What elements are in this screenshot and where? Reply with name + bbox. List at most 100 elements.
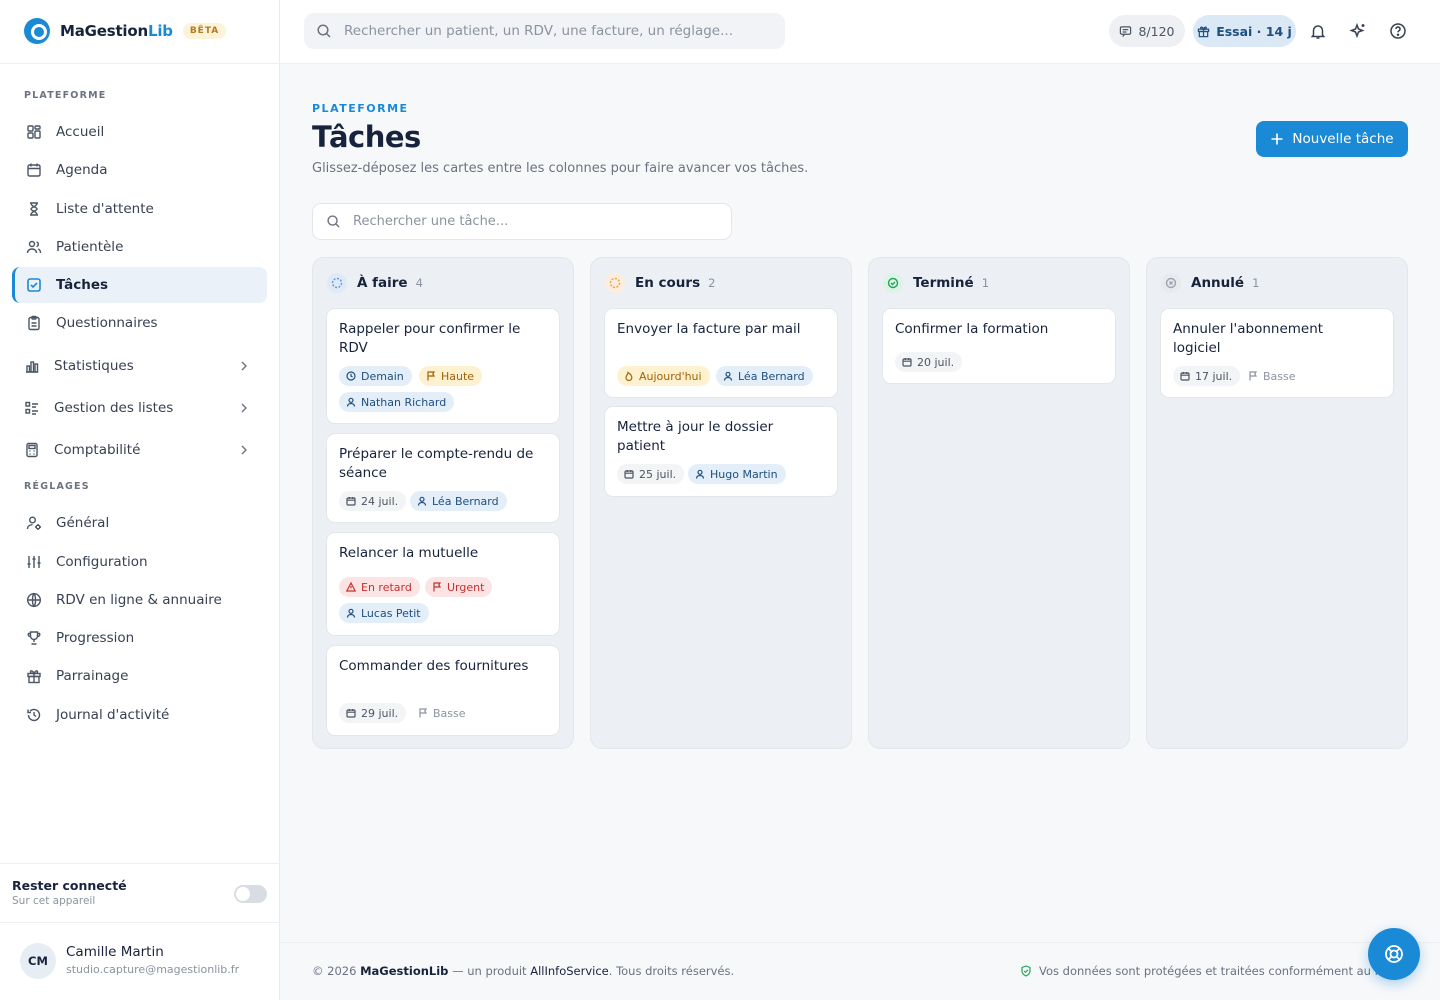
page-subtitle: Glissez-déposez les cartes entre les col…	[312, 161, 809, 176]
sms-counter[interactable]: 8/120	[1109, 15, 1185, 47]
global-search-input[interactable]: Rechercher un patient, un RDV, une factu…	[304, 13, 785, 49]
priority-chip: Basse	[1241, 366, 1304, 386]
users-icon	[26, 239, 42, 255]
task-card[interactable]: Commander des fournitures 29 juil. Basse	[326, 645, 560, 736]
column-count: 1	[981, 276, 990, 290]
task-title: Rappeler pour confirmer le RDV	[339, 321, 521, 356]
global-search-placeholder: Rechercher un patient, un RDV, une factu…	[344, 23, 733, 39]
lifebuoy-icon	[1385, 945, 1403, 963]
stay-connected: Rester connecté Sur cet appareil	[0, 863, 280, 923]
footer: © 2026 MaGestionLib — un produit AllInfo…	[280, 942, 1440, 1000]
user-icon	[417, 496, 427, 506]
stay-connected-title: Rester connecté	[12, 878, 127, 893]
flag-icon	[419, 708, 428, 718]
trial-value: Essai · 14 j	[1216, 23, 1292, 39]
topbar: Rechercher un patient, un RDV, une factu…	[280, 0, 1440, 64]
divider	[0, 63, 280, 64]
sidebar-item-label: RDV en ligne & annuaire	[56, 592, 222, 608]
sidebar-item-gestion-listes[interactable]: Gestion des listes	[12, 390, 267, 426]
due-chip: Aujourd'hui	[617, 366, 710, 386]
message-icon	[1120, 25, 1132, 37]
circle-dashed-icon	[327, 273, 347, 293]
column-done[interactable]: Terminé 1 Confirmer la formation 20 juil…	[868, 257, 1130, 749]
sparkles-icon[interactable]	[1349, 22, 1367, 40]
column-title: Annulé	[1191, 275, 1245, 291]
task-title: Préparer le compte-rendu de séance	[339, 446, 534, 481]
support-button[interactable]	[1368, 928, 1420, 980]
sidebar-item-taches[interactable]: Tâches	[12, 267, 267, 303]
sidebar-item-comptabilite[interactable]: Comptabilité	[12, 432, 267, 468]
task-card[interactable]: Rappeler pour confirmer le RDV Demain Ha…	[326, 308, 560, 424]
due-chip: 29 juil.	[339, 703, 407, 723]
sidebar-item-label: Progression	[56, 630, 135, 646]
sidebar-item-label: Journal d'activité	[56, 707, 170, 723]
new-task-button[interactable]: Nouvelle tâche	[1256, 121, 1408, 157]
task-title: Envoyer la facture par mail	[617, 321, 801, 337]
user-icon	[346, 608, 356, 618]
help-circle-icon[interactable]	[1389, 22, 1407, 40]
sidebar-item-progression[interactable]: Progression	[12, 620, 267, 656]
sidebar-item-label: Général	[56, 515, 110, 531]
sidebar-item-liste-attente[interactable]: Liste d'attente	[12, 191, 267, 227]
search-icon	[317, 24, 331, 38]
sliders-icon	[26, 554, 42, 570]
x-circle-icon	[1161, 273, 1181, 293]
shield-check-icon	[1021, 965, 1031, 977]
sidebar-item-label: Tâches	[56, 277, 109, 293]
sidebar-item-accueil[interactable]: Accueil	[12, 114, 267, 150]
task-card[interactable]: Préparer le compte-rendu de séance 24 ju…	[326, 433, 560, 523]
loader-icon	[605, 273, 625, 293]
column-count: 4	[415, 276, 423, 290]
task-card[interactable]: Confirmer la formation 20 juil.	[882, 308, 1116, 384]
user-icon	[723, 371, 733, 381]
column-title: À faire	[357, 275, 408, 291]
task-title: Relancer la mutuelle	[339, 545, 479, 561]
sidebar-item-statistiques[interactable]: Statistiques	[12, 348, 267, 384]
sidebar-item-journal[interactable]: Journal d'activité	[12, 697, 267, 733]
bell-icon[interactable]	[1309, 22, 1327, 40]
clipboard-icon	[26, 315, 42, 331]
stay-connected-toggle[interactable]	[234, 885, 267, 903]
column-cancelled[interactable]: Annulé 1 Annuler l'abonnement logiciel 1…	[1146, 257, 1408, 749]
sidebar-item-label: Agenda	[56, 162, 108, 178]
sidebar-item-parrainage[interactable]: Parrainage	[12, 658, 267, 694]
beta-badge: BÊTA	[182, 23, 227, 39]
list-icon	[24, 400, 40, 416]
assignee-chip: Lucas Petit	[339, 603, 429, 623]
task-card[interactable]: Mettre à jour le dossier patient 25 juil…	[604, 406, 838, 497]
new-task-label: Nouvelle tâche	[1292, 131, 1394, 147]
trial-badge[interactable]: Essai · 14 j	[1193, 15, 1296, 47]
flame-icon	[625, 371, 633, 381]
avatar[interactable]: CM	[20, 943, 56, 979]
sidebar-item-rdv-en-ligne[interactable]: RDV en ligne & annuaire	[12, 582, 267, 618]
task-title: Commander des fournitures	[339, 658, 529, 674]
column-title: Terminé	[913, 275, 974, 291]
chevron-right-icon	[241, 361, 247, 371]
calculator-icon	[24, 442, 40, 458]
sidebar-item-label: Comptabilité	[54, 442, 141, 458]
sidebar-item-label: Configuration	[56, 554, 148, 570]
sidebar-item-questionnaires[interactable]: Questionnaires	[12, 305, 267, 341]
sidebar-item-patientele[interactable]: Patientèle	[12, 229, 267, 265]
sidebar: MaGestionLib BÊTA PLATEFORME Accueil Age…	[0, 0, 280, 1000]
column-todo[interactable]: À faire 4 Rappeler pour confirmer le RDV…	[312, 257, 574, 749]
sidebar-item-label: Patientèle	[56, 239, 124, 255]
task-card[interactable]: Annuler l'abonnement logiciel 17 juil. B…	[1160, 308, 1394, 398]
sidebar-item-agenda[interactable]: Agenda	[12, 152, 267, 188]
task-card[interactable]: Relancer la mutuelle En retard Urgent Lu…	[326, 532, 560, 636]
task-card[interactable]: Envoyer la facture par mail Aujourd'hui …	[604, 308, 838, 398]
section-title-platform: PLATEFORME	[24, 90, 107, 101]
bar-chart-icon	[24, 358, 40, 374]
calendar-icon	[1180, 372, 1190, 381]
column-in-progress[interactable]: En cours 2 Envoyer la facture par mail A…	[590, 257, 852, 749]
priority-chip: Urgent	[425, 577, 493, 597]
sidebar-item-general[interactable]: Général	[12, 505, 267, 541]
page-title: Tâches	[312, 120, 421, 154]
logo-icon	[24, 18, 50, 44]
task-search-input[interactable]: Rechercher une tâche...	[312, 203, 732, 240]
brand[interactable]: MaGestionLib BÊTA	[24, 18, 227, 44]
flag-icon	[427, 371, 436, 381]
sidebar-item-configuration[interactable]: Configuration	[12, 544, 267, 580]
task-title: Confirmer la formation	[895, 321, 1049, 337]
column-title: En cours	[635, 275, 701, 291]
